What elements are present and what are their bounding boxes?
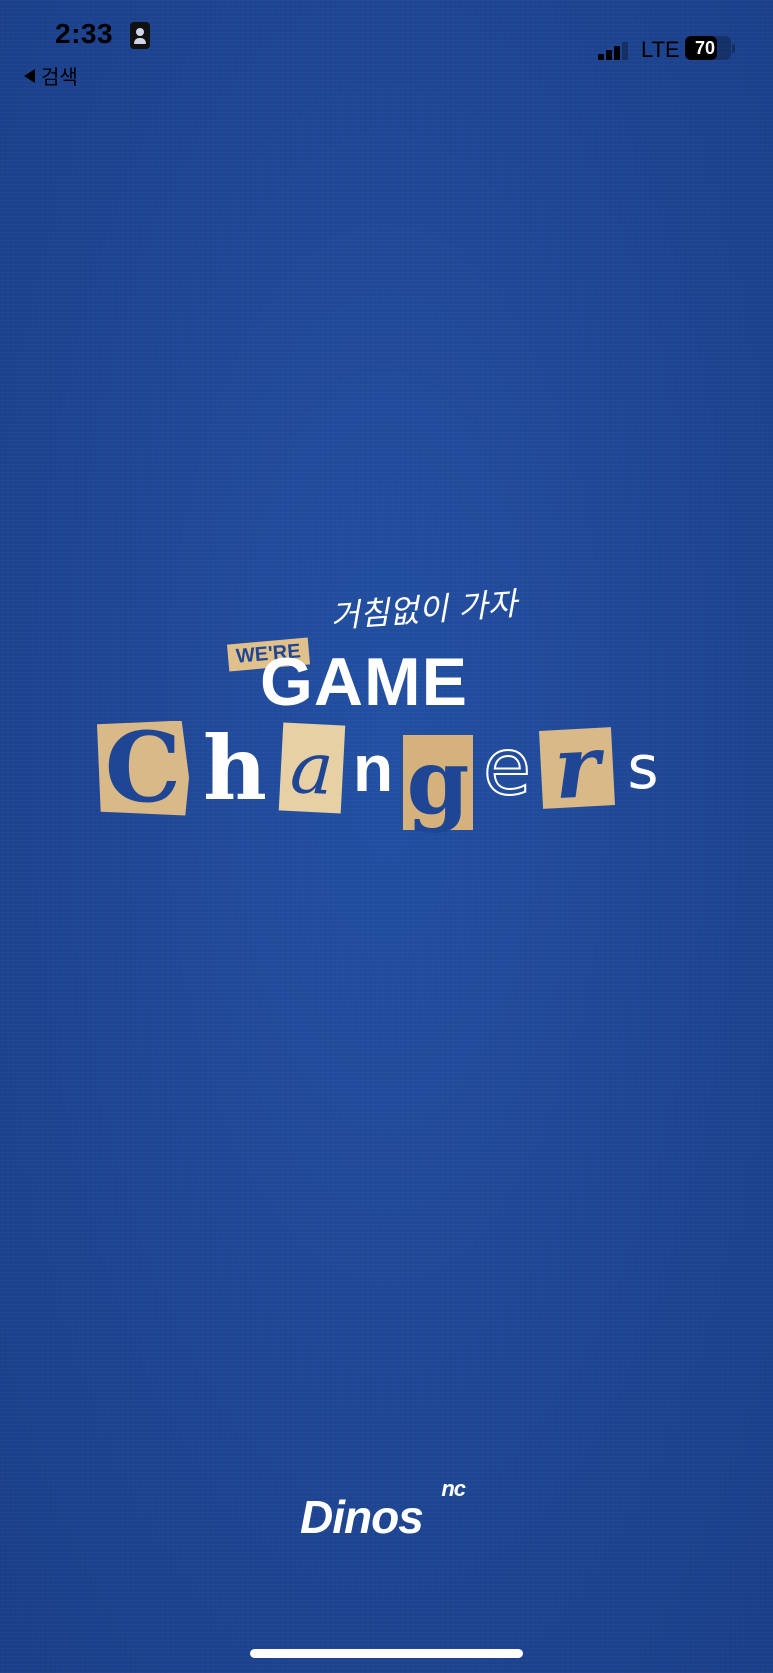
signal-bar [622, 42, 628, 60]
changers-letter-a: a [278, 722, 346, 814]
back-label: 검색 [41, 67, 78, 89]
changers-letter-s: s [627, 733, 659, 803]
signal-bar [606, 50, 612, 60]
background-texture [0, 0, 773, 1673]
battery-cap [732, 44, 735, 53]
home-indicator[interactable] [250, 1649, 523, 1658]
changers-letter-c: C [97, 720, 189, 816]
back-to-search-link[interactable]: 검색 [24, 61, 78, 90]
changers-letter-g: g [403, 734, 473, 830]
changers-letter-e: e [482, 723, 532, 813]
id-card-icon [130, 22, 150, 49]
back-arrow-icon [24, 68, 35, 83]
game-word: GAME [260, 644, 468, 720]
changers-letter-h: h [203, 716, 267, 820]
changers-letter-r: r [539, 716, 615, 819]
signal-bar [598, 54, 604, 60]
status-time: 2:33 [55, 18, 114, 49]
changers-word: C h a n g e r s [97, 708, 671, 830]
brand-dinos-text: Dinos [300, 1491, 424, 1543]
signal-icon [598, 40, 632, 60]
nc-dinos-logo: nc Dinos [300, 1476, 475, 1543]
network-label: LTE [641, 37, 680, 62]
signal-bar [614, 46, 620, 60]
battery-icon: 70 [685, 36, 731, 60]
changers-letter-n: n [352, 731, 394, 805]
brand-nc-text: nc [441, 1476, 466, 1501]
battery-percent: 70 [694, 37, 716, 58]
